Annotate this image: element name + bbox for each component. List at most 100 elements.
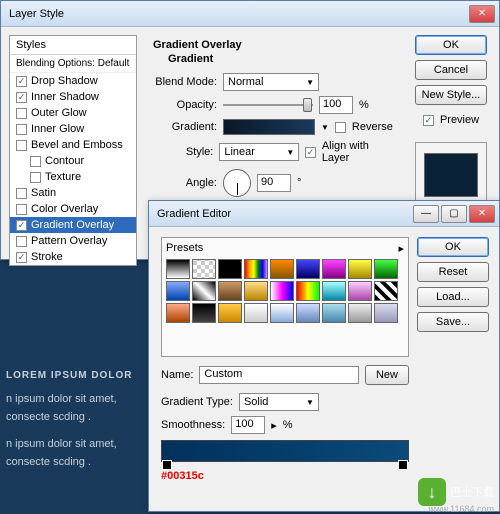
- layer-style-titlebar[interactable]: Layer Style ✕: [1, 1, 499, 27]
- gradient-label: Gradient:: [153, 121, 217, 133]
- style-item-label: Stroke: [31, 251, 63, 263]
- preset-swatch[interactable]: [218, 281, 242, 301]
- style-item-label: Drop Shadow: [31, 75, 98, 87]
- cancel-button[interactable]: Cancel: [415, 60, 487, 80]
- checkbox[interactable]: ✓: [16, 92, 27, 103]
- style-item[interactable]: Outer Glow: [10, 105, 136, 121]
- opacity-slider[interactable]: [223, 98, 313, 112]
- name-label: Name:: [161, 369, 193, 381]
- style-item-label: Gradient Overlay: [31, 219, 114, 231]
- save-button[interactable]: Save...: [417, 312, 489, 332]
- preset-swatch[interactable]: [192, 259, 216, 279]
- style-item[interactable]: ✓ Drop Shadow: [10, 73, 136, 89]
- presets-menu-icon[interactable]: ▸: [398, 242, 404, 255]
- style-item[interactable]: ✓ Gradient Overlay: [10, 217, 136, 233]
- preset-swatch[interactable]: [192, 303, 216, 323]
- checkbox[interactable]: [16, 124, 27, 135]
- preset-swatch[interactable]: [166, 303, 190, 323]
- preview-label: Preview: [440, 114, 479, 126]
- maximize-icon[interactable]: ▢: [441, 205, 467, 223]
- gradient-editor-titlebar[interactable]: Gradient Editor — ▢ ✕: [149, 201, 499, 227]
- close-icon[interactable]: ✕: [469, 5, 495, 23]
- checkbox[interactable]: [30, 156, 41, 167]
- reverse-checkbox[interactable]: [335, 122, 346, 133]
- style-item[interactable]: Contour: [10, 153, 136, 169]
- style-item-label: Satin: [31, 187, 56, 199]
- preset-swatch[interactable]: [348, 303, 372, 323]
- new-style-button[interactable]: New Style...: [415, 85, 487, 105]
- preset-swatch[interactable]: [322, 259, 346, 279]
- preset-swatch[interactable]: [166, 259, 190, 279]
- checkbox[interactable]: [16, 188, 27, 199]
- minimize-icon[interactable]: —: [413, 205, 439, 223]
- preset-swatch[interactable]: [348, 259, 372, 279]
- styles-header[interactable]: Styles: [10, 36, 136, 55]
- window-title: Gradient Editor: [153, 208, 413, 220]
- align-checkbox[interactable]: ✓: [305, 147, 315, 158]
- style-item[interactable]: ✓ Inner Shadow: [10, 89, 136, 105]
- checkbox[interactable]: ✓: [16, 252, 27, 263]
- preset-swatch[interactable]: [374, 303, 398, 323]
- style-item[interactable]: Inner Glow: [10, 121, 136, 137]
- color-stop[interactable]: [162, 460, 172, 470]
- style-select[interactable]: Linear▼: [219, 143, 299, 161]
- preview-checkbox[interactable]: ✓: [423, 115, 434, 126]
- chevron-down-icon: ▼: [306, 78, 314, 87]
- preset-swatch[interactable]: [374, 281, 398, 301]
- style-item[interactable]: ✓ Stroke: [10, 249, 136, 265]
- smoothness-input[interactable]: 100: [231, 416, 265, 434]
- gradient-swatch[interactable]: [223, 119, 315, 135]
- color-code: #00315c: [161, 470, 409, 482]
- checkbox[interactable]: [16, 204, 27, 215]
- preset-swatch[interactable]: [244, 303, 268, 323]
- style-item-label: Inner Shadow: [31, 91, 99, 103]
- angle-label: Angle:: [153, 177, 217, 189]
- chevron-down-icon[interactable]: ▼: [321, 123, 329, 132]
- style-item[interactable]: Color Overlay: [10, 201, 136, 217]
- new-button[interactable]: New: [365, 365, 409, 385]
- ok-button[interactable]: OK: [415, 35, 487, 55]
- checkbox[interactable]: ✓: [16, 76, 27, 87]
- style-item-label: Pattern Overlay: [31, 235, 107, 247]
- gradient-type-select[interactable]: Solid▼: [239, 393, 319, 411]
- preset-swatch[interactable]: [296, 281, 320, 301]
- preset-swatch[interactable]: [244, 281, 268, 301]
- checkbox[interactable]: [16, 108, 27, 119]
- style-item[interactable]: Texture: [10, 169, 136, 185]
- name-input[interactable]: Custom: [199, 366, 359, 384]
- checkbox[interactable]: [16, 140, 27, 151]
- color-stop[interactable]: [398, 460, 408, 470]
- blend-mode-select[interactable]: Normal▼: [223, 73, 319, 91]
- presets-panel: Presets▸: [161, 237, 409, 357]
- blending-options-default[interactable]: Blending Options: Default: [10, 55, 136, 73]
- checkbox[interactable]: [16, 236, 27, 247]
- preset-swatch[interactable]: [270, 303, 294, 323]
- angle-dial[interactable]: [223, 169, 251, 197]
- preset-swatch[interactable]: [322, 303, 346, 323]
- opacity-input[interactable]: 100: [319, 96, 353, 114]
- preset-swatch[interactable]: [270, 259, 294, 279]
- preset-swatch[interactable]: [322, 281, 346, 301]
- checkbox[interactable]: [30, 172, 41, 183]
- load-button[interactable]: Load...: [417, 287, 489, 307]
- preset-swatch[interactable]: [348, 281, 372, 301]
- preset-swatch[interactable]: [218, 303, 242, 323]
- preset-swatch[interactable]: [374, 259, 398, 279]
- preset-swatch[interactable]: [296, 259, 320, 279]
- preset-swatch[interactable]: [192, 281, 216, 301]
- style-item[interactable]: Bevel and Emboss: [10, 137, 136, 153]
- preset-swatch[interactable]: [296, 303, 320, 323]
- preset-swatch[interactable]: [270, 281, 294, 301]
- close-icon[interactable]: ✕: [469, 205, 495, 223]
- reset-button[interactable]: Reset: [417, 262, 489, 282]
- ok-button[interactable]: OK: [417, 237, 489, 257]
- preset-swatch[interactable]: [244, 259, 268, 279]
- preset-swatch[interactable]: [166, 281, 190, 301]
- style-item[interactable]: Satin: [10, 185, 136, 201]
- checkbox[interactable]: ✓: [16, 220, 27, 231]
- smoothness-stepper-icon[interactable]: ▸: [271, 419, 277, 432]
- preset-swatch[interactable]: [218, 259, 242, 279]
- angle-input[interactable]: 90: [257, 174, 291, 192]
- gradient-bar[interactable]: [161, 440, 409, 462]
- style-item[interactable]: Pattern Overlay: [10, 233, 136, 249]
